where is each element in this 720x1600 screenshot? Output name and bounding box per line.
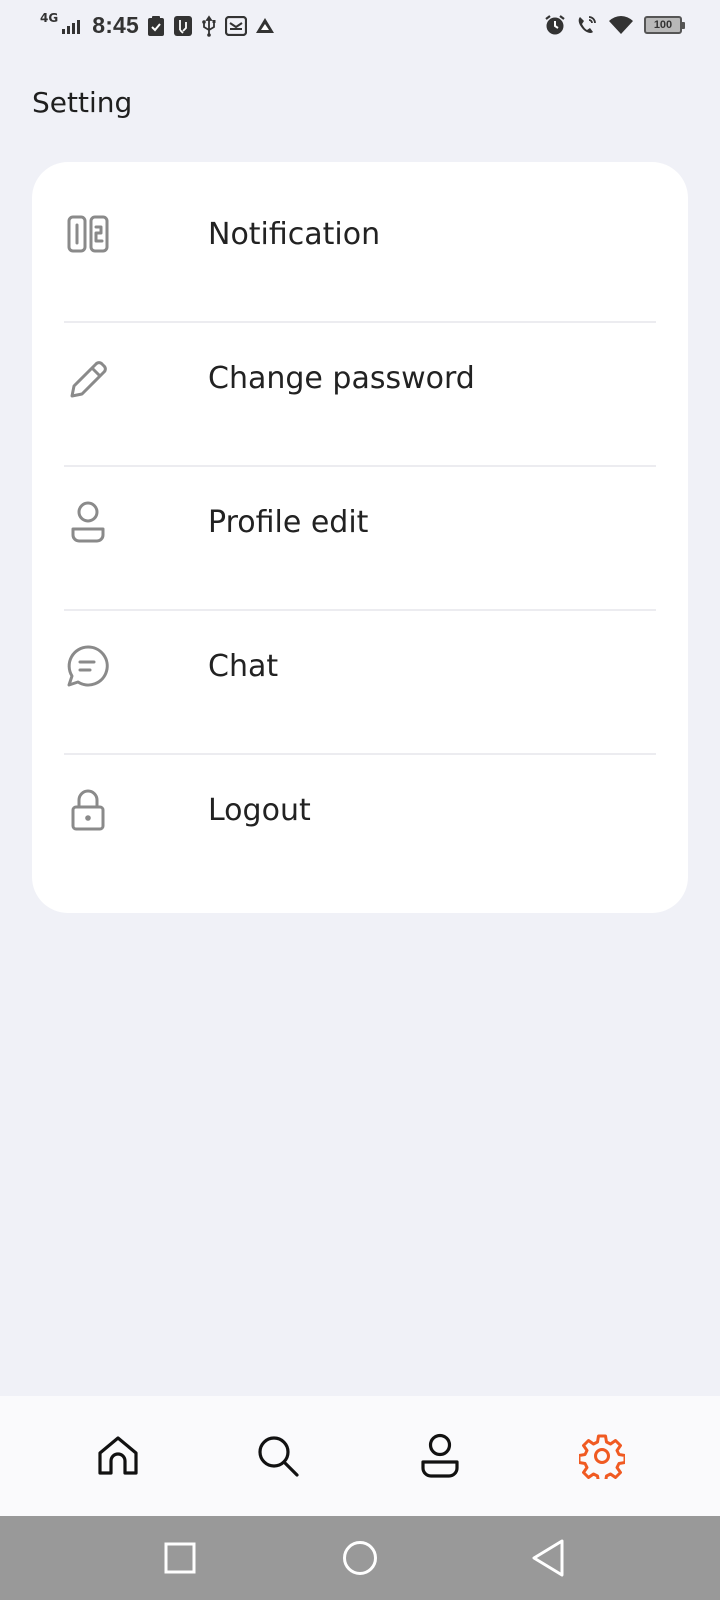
bottom-nav [0,1396,720,1516]
nav-profile-button[interactable] [412,1428,468,1484]
system-nav-bar [0,1516,720,1600]
settings-gear-icon [579,1434,625,1479]
notification-toggle-icon [64,210,112,258]
home-icon [98,1436,138,1475]
menu-label-chat: Chat [208,648,279,684]
menu-item-chat[interactable]: Chat [64,594,656,738]
square-icon [164,1542,196,1574]
menu-item-change-password[interactable]: Change password [64,306,656,450]
profile-icon [421,1433,459,1478]
menu-label-logout: Logout [208,792,311,828]
battery-level: 100 [653,19,673,31]
search-icon [258,1436,299,1477]
wifi-calling-icon [578,16,596,33]
pencil-icon [64,354,112,402]
mail-box-icon [225,15,248,36]
menu-item-notification[interactable]: Notification [64,162,656,306]
clipboard-check-icon [148,15,165,36]
nav-settings-button[interactable] [574,1428,630,1484]
menu-item-profile-edit[interactable]: Profile edit [64,450,656,594]
circle-icon [343,1541,377,1575]
menu-label-profile-edit: Profile edit [208,504,369,540]
settings-card: Notification Change password Profile edi… [32,162,688,913]
status-right: 100 [544,14,685,36]
wifi-icon [609,16,633,34]
nav-home-button[interactable] [90,1428,146,1484]
drive-icon [256,17,275,33]
nav-search-button[interactable] [250,1428,306,1484]
home-system-button[interactable] [336,1534,384,1582]
recent-apps-button[interactable] [156,1534,204,1582]
menu-item-logout[interactable]: Logout [64,738,656,882]
network-type: 4G [40,10,59,25]
alarm-icon [545,15,565,35]
page-title: Setting [32,86,133,119]
user-icon [64,498,112,546]
usb-icon [202,14,216,37]
status-left: 4G 8:45 [40,10,275,39]
status-bar: 4G 8:45 100 [0,0,720,56]
battery-icon: 100 [644,16,685,34]
menu-label-change-password: Change password [208,360,475,396]
usb-debug-icon [174,15,193,36]
menu-label-notification: Notification [208,216,381,252]
back-button[interactable] [524,1534,572,1582]
clock-time: 8:45 [92,12,140,38]
lock-icon [64,786,112,834]
chat-bubble-icon [64,642,112,690]
signal-icon [62,19,81,34]
back-triangle-icon [532,1539,564,1577]
